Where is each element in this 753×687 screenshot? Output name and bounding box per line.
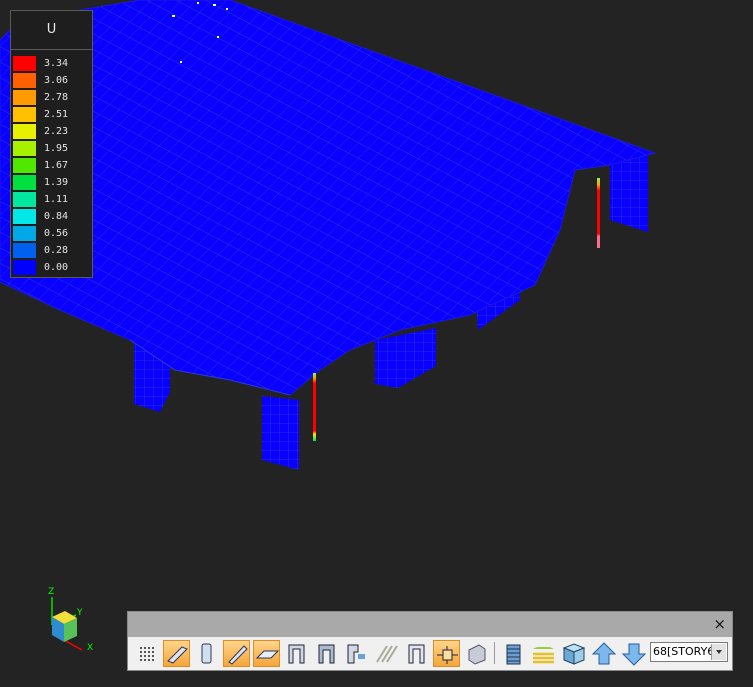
legend-value: 1.11 bbox=[44, 194, 69, 205]
story-up-button[interactable] bbox=[590, 640, 617, 667]
legend-swatch bbox=[13, 192, 36, 207]
spring-button[interactable] bbox=[433, 640, 460, 667]
wall-frame-button[interactable] bbox=[283, 640, 310, 667]
legend-swatch bbox=[13, 73, 36, 88]
solid-element-button[interactable] bbox=[463, 640, 490, 667]
toolbar-separator bbox=[494, 642, 495, 664]
legend-entry: 0.56 bbox=[11, 225, 94, 242]
spring-icon bbox=[437, 646, 458, 664]
truss-button[interactable] bbox=[373, 640, 400, 667]
legend-value: 2.23 bbox=[44, 126, 69, 137]
column-icon bbox=[201, 643, 212, 664]
legend-value: 3.06 bbox=[44, 75, 69, 86]
legend-value: 1.39 bbox=[44, 177, 69, 188]
legend-entry: 2.78 bbox=[11, 89, 94, 106]
legend-swatch bbox=[13, 260, 36, 275]
legend-title: U bbox=[11, 11, 92, 50]
axis-triad: Z Y X bbox=[40, 587, 100, 657]
grid-dots-button[interactable] bbox=[133, 640, 160, 667]
slab-button[interactable] bbox=[253, 640, 280, 667]
solid-element-icon bbox=[468, 644, 486, 665]
element-toolbar: × 68[STORY68 bbox=[127, 611, 733, 671]
story-select[interactable]: 68[STORY68 bbox=[650, 642, 728, 662]
legend-swatch bbox=[13, 107, 36, 122]
beam-button[interactable] bbox=[163, 640, 190, 667]
story-select-value: 68[STORY68 bbox=[653, 645, 713, 658]
legend-swatch bbox=[13, 209, 36, 224]
column-button[interactable] bbox=[193, 640, 220, 667]
legend-entry: 1.11 bbox=[11, 191, 94, 208]
brace-button[interactable] bbox=[223, 640, 250, 667]
slab-icon bbox=[255, 650, 280, 659]
legend-entry: 1.39 bbox=[11, 174, 94, 191]
box-view-icon bbox=[562, 643, 586, 665]
legend-value: 0.84 bbox=[44, 211, 69, 222]
legend-value: 2.78 bbox=[44, 92, 69, 103]
wall-opening-button[interactable] bbox=[313, 640, 340, 667]
chevron-down-icon[interactable] bbox=[711, 644, 726, 660]
story-down-icon bbox=[621, 643, 647, 666]
story-layers-icon bbox=[533, 647, 554, 664]
legend-entry: 2.23 bbox=[11, 123, 94, 140]
axis-y-label: Y bbox=[77, 608, 83, 618]
building-button[interactable] bbox=[500, 640, 527, 667]
legend-value: 1.67 bbox=[44, 160, 69, 171]
toolbar-titlebar[interactable]: × bbox=[128, 612, 732, 637]
legend-swatch bbox=[13, 226, 36, 241]
legend-value: 1.95 bbox=[44, 143, 69, 154]
legend-value: 0.56 bbox=[44, 228, 69, 239]
legend-entry: 3.06 bbox=[11, 72, 94, 89]
legend-value: 3.34 bbox=[44, 58, 69, 69]
legend-entry: 3.34 bbox=[11, 55, 94, 72]
legend-entry: 0.00 bbox=[11, 259, 94, 276]
legend-swatch bbox=[13, 158, 36, 173]
contour-legend: U 3.34 3.06 2.78 2.51 2.23 1.95 1.67 1.39 1.11 0.… bbox=[10, 10, 93, 278]
story-down-button[interactable] bbox=[620, 640, 647, 667]
legend-entry: 1.95 bbox=[11, 140, 94, 157]
legend-entry: 0.28 bbox=[11, 242, 94, 259]
wall-opening-icon bbox=[318, 644, 335, 664]
box-view-button[interactable] bbox=[560, 640, 587, 667]
wall-frame-icon bbox=[288, 644, 305, 664]
toolbar-body: 68[STORY68 bbox=[128, 637, 732, 670]
legend-swatch bbox=[13, 124, 36, 139]
legend-swatch bbox=[13, 243, 36, 258]
legend-swatch bbox=[13, 56, 36, 71]
door-frame-icon bbox=[408, 644, 425, 664]
close-icon[interactable]: × bbox=[713, 615, 726, 633]
legend-entry: 0.84 bbox=[11, 208, 94, 225]
legend-value: 0.00 bbox=[44, 262, 69, 273]
legend-swatch bbox=[13, 175, 36, 190]
axis-z-label: Z bbox=[48, 587, 55, 597]
floor-slab bbox=[0, 0, 657, 396]
legend-swatch bbox=[13, 90, 36, 105]
axis-x-label: X bbox=[87, 643, 94, 653]
story-layers-button[interactable] bbox=[530, 640, 557, 667]
link-element-icon bbox=[347, 644, 365, 664]
building-icon bbox=[506, 644, 521, 665]
model-viewport[interactable] bbox=[0, 0, 753, 687]
beam-icon bbox=[167, 646, 188, 664]
legend-swatch bbox=[13, 141, 36, 156]
legend-value: 0.28 bbox=[44, 245, 69, 256]
legend-value: 2.51 bbox=[44, 109, 69, 120]
link-element-button[interactable] bbox=[343, 640, 370, 667]
grid-dots-icon bbox=[140, 647, 154, 661]
door-frame-button[interactable] bbox=[403, 640, 430, 667]
legend-entry: 2.51 bbox=[11, 106, 94, 123]
brace-icon bbox=[228, 645, 248, 665]
legend-entry: 1.67 bbox=[11, 157, 94, 174]
story-up-icon bbox=[591, 642, 617, 665]
truss-icon bbox=[376, 645, 398, 663]
